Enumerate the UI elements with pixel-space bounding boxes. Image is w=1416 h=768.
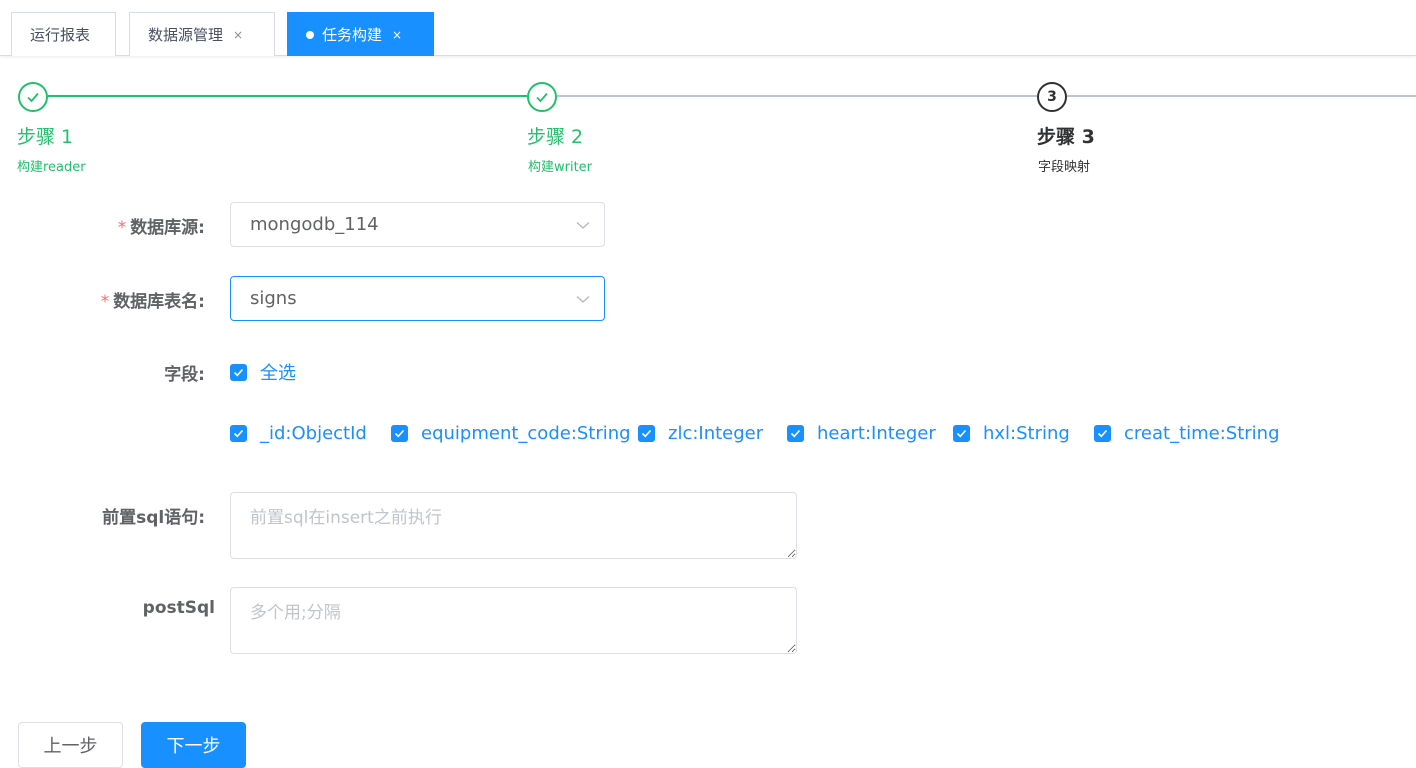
- step-connector-2: [557, 95, 1037, 97]
- field-label: zlc:Integer: [668, 423, 764, 444]
- field-label: hxl:String: [983, 423, 1070, 444]
- step-2-description: 构建writer: [528, 160, 593, 175]
- checkbox-checked-icon: [787, 425, 804, 442]
- pre-sql-label: 前置sql语句:: [102, 508, 205, 528]
- active-dot-icon: [306, 30, 314, 39]
- checkbox-checked-icon: [953, 425, 970, 442]
- required-mark: *: [117, 218, 127, 238]
- check-icon: [527, 82, 557, 112]
- checkbox-checked-icon: [638, 425, 655, 442]
- prev-step-button[interactable]: 上一步: [18, 722, 123, 768]
- table-select[interactable]: signs: [230, 276, 605, 321]
- next-step-button[interactable]: 下一步: [141, 722, 246, 768]
- field-checkbox-zlc[interactable]: zlc:Integer: [638, 423, 763, 444]
- field-checkbox-creat-time[interactable]: creat_time:String: [1094, 423, 1280, 444]
- step-3-title: 步骤 3: [1037, 126, 1095, 148]
- field-checkbox-hxl[interactable]: hxl:String: [953, 423, 1070, 444]
- step-3-description: 字段映射: [1038, 160, 1091, 175]
- checkbox-checked-icon: [1094, 425, 1111, 442]
- tab-label: 任务构建: [322, 26, 383, 44]
- tab-label: 数据源管理: [148, 26, 224, 44]
- chevron-down-icon: [576, 296, 590, 303]
- field-label: equipment_code:String: [421, 423, 631, 444]
- checkbox-checked-icon: [230, 363, 247, 381]
- fields-label: 字段:: [164, 365, 205, 385]
- step-connector-1: [48, 95, 527, 97]
- datasource-select[interactable]: mongodb_114: [230, 202, 605, 247]
- field-checkbox-heart[interactable]: heart:Integer: [787, 423, 936, 444]
- datasource-value: mongodb_114: [250, 214, 379, 235]
- select-all-label: 全选: [260, 363, 296, 384]
- tabs-bar: 运行报表 数据源管理 × 任务构建 ×: [0, 0, 1416, 56]
- tab-label: 运行报表: [30, 26, 91, 44]
- select-all-checkbox[interactable]: 全选: [230, 359, 296, 385]
- close-icon[interactable]: ×: [233, 28, 243, 42]
- post-sql-label: postSql: [142, 598, 215, 618]
- datasource-label: * 数据库源:: [117, 218, 205, 238]
- step-connector-3: [1067, 95, 1416, 97]
- required-mark: *: [100, 292, 110, 312]
- close-icon[interactable]: ×: [392, 28, 402, 42]
- tab-数据源管理[interactable]: 数据源管理 ×: [129, 12, 275, 56]
- step-2-title: 步骤 2: [527, 126, 584, 148]
- checkbox-checked-icon: [391, 425, 408, 442]
- field-label: _id:ObjectId: [260, 423, 367, 444]
- step-3-number: 3: [1037, 82, 1067, 112]
- step-1-title: 步骤 1: [17, 126, 74, 148]
- field-checkbox-id[interactable]: _id:ObjectId: [230, 423, 367, 444]
- post-sql-textarea[interactable]: [230, 587, 797, 654]
- step-1-description: 构建reader: [17, 160, 86, 175]
- table-value: signs: [250, 288, 297, 309]
- check-icon: [18, 82, 48, 112]
- field-checkbox-equipment-code[interactable]: equipment_code:String: [391, 423, 631, 444]
- field-label: heart:Integer: [817, 423, 936, 444]
- field-label: creat_time:String: [1124, 423, 1280, 444]
- table-label: * 数据库表名:: [100, 292, 205, 312]
- checkbox-checked-icon: [230, 425, 247, 442]
- tab-任务构建[interactable]: 任务构建 ×: [287, 12, 434, 56]
- chevron-down-icon: [576, 222, 590, 229]
- pre-sql-textarea[interactable]: [230, 492, 797, 559]
- tab-运行报表[interactable]: 运行报表: [11, 12, 116, 56]
